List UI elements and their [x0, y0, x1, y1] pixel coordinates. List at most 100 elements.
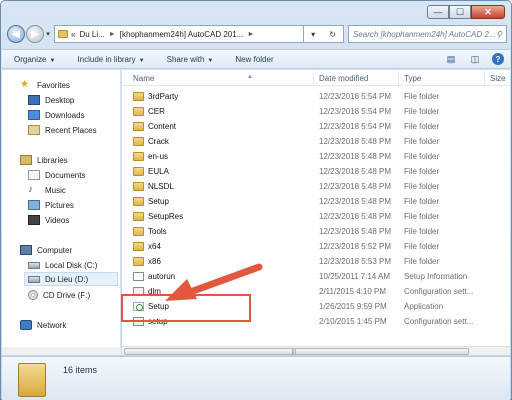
file-name: NLSDL — [148, 182, 174, 191]
chevron-right-icon[interactable]: ► — [109, 31, 116, 38]
folder-icon — [133, 212, 144, 221]
sidebar-item-network[interactable]: Network — [20, 318, 66, 332]
maximize-button[interactable]: ☐ — [449, 5, 471, 19]
sidebar-item-documents[interactable]: Documents — [28, 168, 85, 182]
file-date: 12/23/2018 5:48 PM — [319, 212, 392, 221]
sidebar-item-pictures[interactable]: Pictures — [28, 198, 74, 212]
file-date: 2/10/2015 1:45 PM — [319, 317, 387, 326]
back-button[interactable]: ◀ — [7, 25, 25, 43]
sidebar-item-local-disk[interactable]: Local Disk (C:) — [28, 258, 97, 272]
search-input[interactable]: Search [khophanmem24h] AutoCAD 2... ⚲ — [348, 25, 507, 43]
file-type: File folder — [404, 182, 440, 191]
file-date: 2/11/2015 4:10 PM — [319, 287, 387, 296]
help-icon[interactable]: ? — [492, 53, 504, 65]
breadcrumb-du-lieu[interactable]: Du Li... — [79, 30, 104, 39]
details-pane: 16 items — [2, 356, 510, 400]
forward-button[interactable]: ▶ — [26, 25, 44, 43]
organize-button[interactable]: Organize ▼ — [14, 55, 55, 64]
file-date: 12/23/2018 5:48 PM — [319, 197, 392, 206]
search-icon: ⚲ — [496, 29, 502, 39]
file-type: File folder — [404, 92, 440, 101]
file-type: File folder — [404, 212, 440, 221]
file-type: File folder — [404, 167, 440, 176]
minimize-button[interactable]: — — [427, 5, 449, 19]
sidebar-item-libraries[interactable]: Libraries — [20, 153, 68, 167]
refresh-icon[interactable]: ↻ — [329, 30, 336, 39]
star-icon: ★ — [20, 79, 29, 90]
sidebar-item-favorites[interactable]: ★ Favorites — [20, 78, 70, 92]
share-with-button[interactable]: Share with ▼ — [167, 55, 214, 64]
sidebar-item-computer[interactable]: Computer — [20, 243, 72, 257]
column-header-date[interactable]: Date modified — [319, 74, 368, 83]
file-row[interactable]: 3rdParty 12/23/2018 5:54 PM File folder — [122, 89, 510, 104]
file-row[interactable]: x64 12/23/2018 5:52 PM File folder — [122, 239, 510, 254]
file-date: 12/23/2018 5:48 PM — [319, 182, 392, 191]
file-type: File folder — [404, 257, 440, 266]
folder-icon — [133, 122, 144, 131]
libraries-icon — [20, 155, 32, 165]
file-row[interactable]: CER 12/23/2018 5:54 PM File folder — [122, 104, 510, 119]
change-view-icon[interactable]: ▤ — [444, 53, 458, 65]
music-icon: ♪ — [28, 184, 33, 195]
file-row[interactable]: Setup 12/23/2018 5:48 PM File folder — [122, 194, 510, 209]
window-controls: — ☐ ✕ — [427, 5, 505, 19]
sidebar-item-downloads[interactable]: Downloads — [28, 108, 85, 122]
recent-places-icon — [28, 125, 40, 135]
scrollbar-grip-icon: ||| — [292, 349, 296, 355]
folder-icon — [133, 242, 144, 251]
file-row[interactable]: Content 12/23/2018 5:54 PM File folder — [122, 119, 510, 134]
file-date: 12/23/2018 5:48 PM — [319, 152, 392, 161]
recent-pages-dropdown[interactable]: ▾ — [44, 30, 52, 38]
command-bar: Organize ▼ Include in library ▼ Share with… — [2, 49, 510, 69]
file-date: 12/23/2018 5:48 PM — [319, 227, 392, 236]
videos-icon — [28, 215, 40, 225]
sidebar-item-cd-drive[interactable]: CD Drive (F:) — [28, 288, 90, 302]
file-name: CER — [148, 107, 165, 116]
sidebar-item-du-lieu[interactable]: Du Lieu (D:) — [24, 272, 118, 286]
address-dropdown-icon[interactable]: ▾ — [311, 30, 315, 39]
file-row[interactable]: x86 12/23/2018 5:53 PM File folder — [122, 254, 510, 269]
sidebar-item-music[interactable]: ♪ Music — [28, 183, 66, 197]
folder-icon — [133, 152, 144, 161]
preview-pane-icon[interactable]: ◫ — [468, 53, 482, 65]
setup-info-icon — [133, 272, 144, 281]
column-header-type[interactable]: Type — [404, 74, 421, 83]
file-name: Tools — [148, 227, 167, 236]
item-count: 16 items — [63, 365, 98, 375]
file-row[interactable]: Crack 12/23/2018 5:48 PM File folder — [122, 134, 510, 149]
explorer-window: — ☐ ✕ ◀ ▶ ▾ « Du Li... ► [khophanmem24h]… — [0, 0, 512, 400]
network-icon — [20, 320, 32, 330]
sidebar-scrollbar[interactable] — [2, 347, 121, 355]
sidebar-item-videos[interactable]: Videos — [28, 213, 69, 227]
breadcrumb-autocad[interactable]: [khophanmem24h] AutoCAD 201... — [120, 30, 244, 39]
column-header-size[interactable]: Size — [490, 74, 506, 83]
file-row[interactable]: SetupRes 12/23/2018 5:48 PM File folder — [122, 209, 510, 224]
file-row[interactable]: Tools 12/23/2018 5:48 PM File folder — [122, 224, 510, 239]
file-name: Crack — [148, 137, 169, 146]
sidebar-item-recent-places[interactable]: Recent Places — [28, 123, 97, 137]
new-folder-button[interactable]: New folder — [235, 55, 273, 64]
sidebar-item-desktop[interactable]: Desktop — [28, 93, 74, 107]
chevron-right-icon[interactable]: ► — [247, 31, 254, 38]
folder-icon — [133, 257, 144, 266]
file-date: 12/23/2018 5:52 PM — [319, 242, 392, 251]
column-header-name[interactable]: Name — [133, 74, 154, 83]
address-overflow[interactable]: « — [71, 30, 75, 39]
scrollbar-thumb[interactable] — [124, 348, 469, 355]
close-button[interactable]: ✕ — [471, 5, 505, 19]
file-name: Content — [148, 122, 177, 131]
file-date: 12/23/2018 5:54 PM — [319, 107, 392, 116]
file-row[interactable]: EULA 12/23/2018 5:48 PM File folder — [122, 164, 510, 179]
file-row[interactable]: NLSDL 12/23/2018 5:48 PM File folder — [122, 179, 510, 194]
address-bar[interactable]: « Du Li... ► [khophanmem24h] AutoCAD 201… — [54, 25, 304, 43]
file-row[interactable]: autorun 10/25/2011 7:14 AM Setup Informati… — [122, 269, 510, 284]
folder-icon — [133, 92, 144, 101]
horizontal-scrollbar[interactable]: ||| — [122, 346, 510, 355]
navigation-pane: ★ Favorites Desktop Downloads Recent Plac… — [2, 70, 121, 355]
folder-icon — [133, 182, 144, 191]
file-date: 12/23/2018 5:53 PM — [319, 257, 392, 266]
file-date: 12/23/2018 5:48 PM — [319, 137, 392, 146]
file-date: 12/23/2018 5:54 PM — [319, 122, 392, 131]
include-in-library-button[interactable]: Include in library ▼ — [77, 55, 144, 64]
file-row[interactable]: en-us 12/23/2018 5:48 PM File folder — [122, 149, 510, 164]
